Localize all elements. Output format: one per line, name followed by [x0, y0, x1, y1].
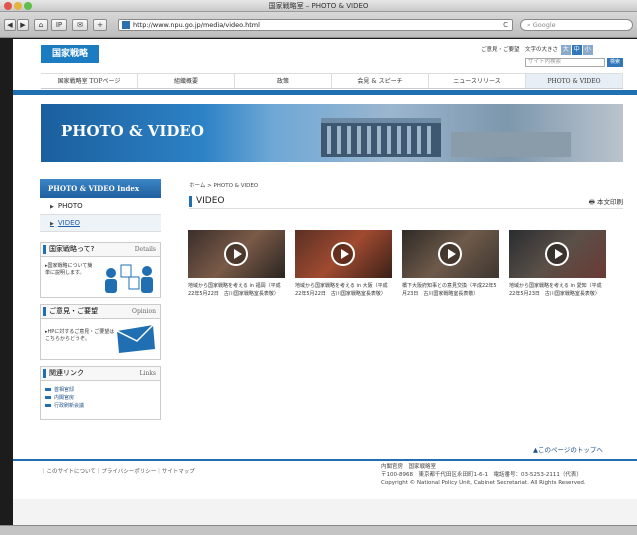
opinion-box-title: ご意見・ご要望: [49, 307, 98, 315]
browser-search-field[interactable]: ⌕ Google: [520, 19, 633, 31]
nav-item-news[interactable]: ニュースリリース: [429, 74, 526, 88]
sidebar: PHOTO & VIDEO Index ▶ PHOTO ▶ VIDEO 国家戦略って…: [40, 179, 161, 420]
opinion-box[interactable]: ご意見・ご要望 Opinion ▸HPに対するご意見・ご要望はこちらからどうぞ。: [40, 304, 161, 360]
link-kantei[interactable]: 首相官邸: [45, 386, 156, 394]
sidebar-item-label: PHOTO: [57, 202, 83, 210]
about-box-body: ▸国家戦略について簡単に説明します。: [41, 257, 160, 297]
play-icon[interactable]: [224, 242, 248, 266]
nav-item-speeches[interactable]: 会見 & スピーチ: [332, 74, 429, 88]
video-item[interactable]: 地域から国家戦略を考える in 大阪（平成22年5月22日 古川国家戦略室長表敬…: [295, 230, 392, 298]
forward-button[interactable]: ▶: [17, 19, 29, 31]
sidebar-item-label: VIDEO: [57, 219, 81, 227]
ip-button[interactable]: IP: [51, 19, 67, 31]
reload-icon[interactable]: C: [503, 20, 508, 30]
print-label: 本文印刷: [597, 198, 623, 206]
nav-item-policy[interactable]: 政策: [235, 74, 332, 88]
opinion-font-size-label[interactable]: ご意見・ご要望 文字の大きさ: [481, 47, 558, 53]
breadcrumb[interactable]: ホーム > PHOTO & VIDEO: [189, 181, 258, 189]
opinion-box-header: ご意見・ご要望 Opinion: [41, 305, 160, 319]
title-bar: 国家戦略室 – PHOTO & VIDEO: [0, 0, 637, 12]
address-bar[interactable]: http://www.npu.go.jp/media/video.html C: [118, 19, 513, 31]
sidebar-item-photo[interactable]: ▶ PHOTO: [40, 198, 161, 215]
building-image: [321, 118, 571, 157]
footer-line: [13, 459, 637, 461]
opinion-box-body: ▸HPに対するご意見・ご要望はこちらからどうぞ。: [41, 319, 160, 359]
video-thumbnail[interactable]: [295, 230, 392, 278]
browser-toolbar: ◀ ▶ ⌂ IP ✉ + http://www.npu.go.jp/media/…: [0, 12, 637, 38]
footer-nav[interactable]: ｜このサイトについて｜プライバシーポリシー｜サイトマップ: [41, 467, 195, 475]
footer-strip: [13, 499, 637, 525]
envelope-icon: [116, 324, 155, 353]
footer-postal: 〒100-8968 東京都千代田区永田町1-6-1 電話番号：03-5253-2…: [381, 472, 582, 478]
link-revitalization-unit[interactable]: 行政刷新会議: [45, 402, 156, 410]
search-placeholder: Google: [532, 21, 556, 29]
arrow-right-icon: ▶: [50, 204, 54, 210]
video-thumbnail[interactable]: [188, 230, 285, 278]
links-box-header: 関連リンク Links: [41, 367, 160, 381]
links-box-en: Links: [139, 370, 156, 377]
play-icon[interactable]: [331, 242, 355, 266]
site-logo[interactable]: 国家戦略: [41, 45, 99, 63]
arrow-right-icon: ▶: [50, 221, 54, 227]
play-icon[interactable]: [438, 242, 462, 266]
nav-item-top[interactable]: 国家戦略室 TOPページ: [41, 74, 138, 88]
play-icon[interactable]: [545, 242, 569, 266]
hero-title: PHOTO & VIDEO: [61, 122, 204, 140]
window-title: 国家戦略室 – PHOTO & VIDEO: [268, 2, 369, 10]
nav-item-photo-video[interactable]: PHOTO & VIDEO: [526, 74, 623, 88]
video-caption[interactable]: 地域から国家戦略を考える in 大阪（平成22年5月22日 古川国家戦略室長表敬…: [295, 282, 392, 298]
video-thumbnail[interactable]: [402, 230, 499, 278]
footer-org: 内閣官房 国家戦略室: [381, 464, 437, 470]
font-size-large-button[interactable]: 大: [560, 45, 571, 55]
nav-underline: [13, 90, 637, 95]
sidebar-item-video[interactable]: ▶ VIDEO: [40, 215, 161, 232]
links-box: 関連リンク Links 首相官邸 内閣官房 行政刷新会議: [40, 366, 161, 420]
home-button[interactable]: ⌂: [34, 19, 48, 31]
print-button[interactable]: 🖶 本文印刷: [589, 196, 623, 208]
opinion-box-text: ▸HPに対するご意見・ご要望はこちらからどうぞ。: [45, 329, 115, 342]
printer-icon: 🖶: [588, 198, 597, 206]
site-search-button[interactable]: 検索: [607, 58, 623, 67]
footer-copyright: Copyright © National Policy Unit, Cabine…: [381, 480, 586, 486]
video-item[interactable]: 地域から国家戦略を考える in 福岡（平成22年5月22日 古川国家戦略室長表敬…: [188, 230, 285, 298]
about-box-text: ▸国家戦略について簡単に説明します。: [45, 263, 93, 276]
about-box[interactable]: 国家戦略って? Details ▸国家戦略について簡単に説明します。: [40, 242, 161, 298]
browser-window: 国家戦略室 – PHOTO & VIDEO ◀ ▶ ⌂ IP ✉ + http:…: [0, 0, 637, 535]
hero-banner: PHOTO & VIDEO: [41, 104, 623, 162]
back-button[interactable]: ◀: [4, 19, 16, 31]
site-favicon-icon: [122, 21, 130, 29]
font-size-medium-button[interactable]: 中: [571, 45, 582, 55]
video-item[interactable]: 橋下大阪府知事との意見交換（平成22年5月23日 古川国家戦略室長表敬）: [402, 230, 499, 298]
links-list: 首相官邸 内閣官房 行政刷新会議: [41, 381, 160, 419]
status-bar: [0, 525, 637, 535]
section-title-text: VIDEO: [196, 196, 225, 206]
add-bookmark-button[interactable]: +: [93, 19, 107, 31]
back-to-top-link[interactable]: ▲このページのトップへ: [533, 444, 603, 454]
people-illustration: [105, 264, 153, 293]
about-box-en: Details: [134, 246, 156, 253]
font-size-small-button[interactable]: 小: [582, 45, 593, 55]
link-cabinet-secretariat[interactable]: 内閣官房: [45, 394, 156, 402]
video-thumbnail[interactable]: [509, 230, 606, 278]
site-search-input[interactable]: サイト内検索: [525, 58, 605, 67]
global-navigation: 国家戦略室 TOPページ 組織概要 政策 会見 & スピーチ ニュースリリース …: [41, 73, 623, 89]
video-caption[interactable]: 橋下大阪府知事との意見交換（平成22年5月23日 古川国家戦略室長表敬）: [402, 282, 499, 298]
utility-links: ご意見・ご要望 文字の大きさ 大中小: [481, 45, 593, 55]
footer-address: 内閣官房 国家戦略室 〒100-8968 東京都千代田区永田町1-6-1 電話番…: [381, 463, 586, 487]
about-box-title: 国家戦略って?: [49, 245, 95, 253]
web-page: 国家戦略 ご意見・ご要望 文字の大きさ 大中小 サイト内検索 検索 国家戦略室 …: [13, 39, 637, 525]
about-box-header: 国家戦略って? Details: [41, 243, 160, 257]
url-text: http://www.npu.go.jp/media/video.html: [133, 21, 260, 29]
video-item[interactable]: 地域から国家戦略を考える in 愛知（平成22年5月23日 古川国家戦略室長表敬…: [509, 230, 606, 298]
section-title: VIDEO 🖶 本文印刷: [189, 195, 623, 209]
nav-item-organization[interactable]: 組織概要: [138, 74, 235, 88]
video-caption[interactable]: 地域から国家戦略を考える in 愛知（平成22年5月23日 古川国家戦略室長表敬…: [509, 282, 606, 298]
sidebar-index-title: PHOTO & VIDEO Index: [40, 179, 161, 198]
mail-button[interactable]: ✉: [72, 19, 88, 31]
links-box-title: 関連リンク: [49, 369, 84, 377]
opinion-box-en: Opinion: [132, 308, 156, 315]
video-caption[interactable]: 地域から国家戦略を考える in 福岡（平成22年5月22日 古川国家戦略室長表敬…: [188, 282, 285, 298]
